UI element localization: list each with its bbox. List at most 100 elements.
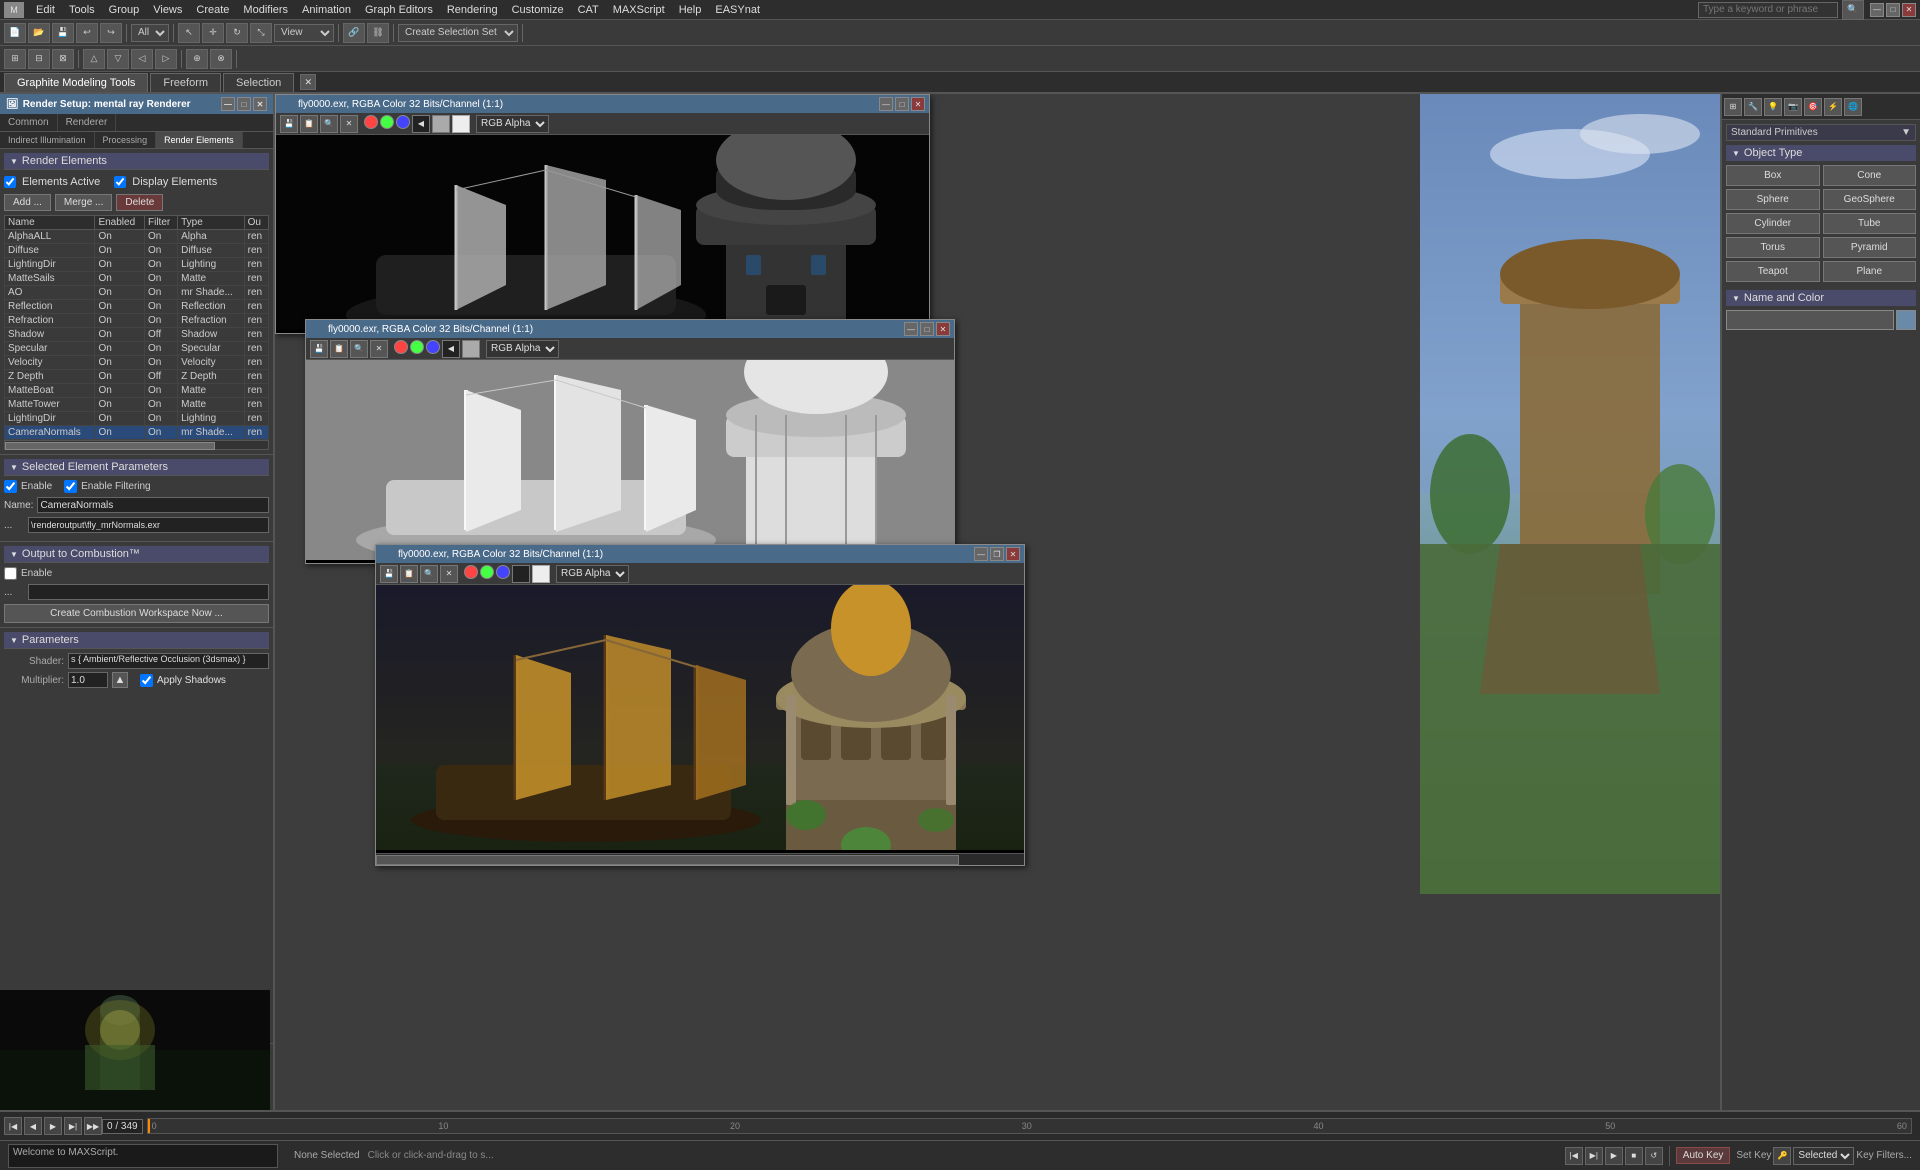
subtab-processing[interactable]: Processing [95,132,157,148]
delete-btn[interactable]: Delete [116,194,163,211]
shader-value[interactable]: s { Ambient/Reflective Occlusion (3dsmax… [68,653,269,669]
selected-dropdown[interactable]: Selected [1793,1147,1854,1165]
rw2-titlebar[interactable]: fly0000.exr, RGBA Color 32 Bits/Channel … [306,320,954,338]
rw2-btn-mono[interactable] [462,340,480,358]
table-row[interactable]: Reflection On On Reflection ren [5,300,269,314]
tb2-btn6[interactable]: ◁ [131,49,153,69]
rw2-blue-channel[interactable] [426,340,440,354]
play-all[interactable]: ▶ [1605,1147,1623,1165]
name-input[interactable] [37,497,269,513]
rs-minimize[interactable]: — [221,97,235,111]
selection-set[interactable]: Create Selection Set [398,24,518,42]
tb2-btn1[interactable]: ⊞ [4,49,26,69]
menu-rendering[interactable]: Rendering [441,2,504,18]
menu-views[interactable]: Views [147,2,188,18]
menu-tools[interactable]: Tools [63,2,101,18]
rw2-btn-dark[interactable]: ◀ [442,340,460,358]
tb2-btn9[interactable]: ⊗ [210,49,232,69]
mult-spinner[interactable]: ▲ [112,672,128,688]
menu-help[interactable]: Help [673,2,708,18]
rw3-blue-channel[interactable] [496,565,510,579]
rw2-close[interactable]: ✕ [936,322,950,336]
rw2-zoom[interactable]: 🔍 [350,340,368,358]
rw2-green-channel[interactable] [410,340,424,354]
rw3-zoom[interactable]: 🔍 [420,565,438,583]
table-row[interactable]: Refraction On On Refraction ren [5,314,269,328]
rw1-save[interactable]: 💾 [280,115,298,133]
tab-close-btn[interactable]: ✕ [300,74,316,90]
subtab-render-elements[interactable]: Render Elements [156,132,243,148]
tab-selection[interactable]: Selection [223,73,294,92]
menu-modifiers[interactable]: Modifiers [237,2,294,18]
rw2-copy[interactable]: 📋 [330,340,348,358]
rw2-max[interactable]: □ [920,322,934,336]
torus-btn[interactable]: Torus [1726,237,1820,258]
merge-btn[interactable]: Merge ... [55,194,112,211]
apply-shadows-check[interactable] [140,674,153,687]
table-row[interactable]: Specular On On Specular ren [5,342,269,356]
rs-close[interactable]: ✕ [253,97,267,111]
new-btn[interactable]: 📄 [4,23,26,43]
object-name-input[interactable] [1726,310,1894,330]
table-row[interactable]: Diffuse On On Diffuse ren [5,244,269,258]
geosphere-btn[interactable]: GeoSphere [1823,189,1917,210]
rw1-min[interactable]: — [879,97,893,111]
cone-btn[interactable]: Cone [1823,165,1917,186]
subtab-common[interactable]: Common [0,114,58,131]
link-btn[interactable]: 🔗 [343,23,365,43]
tube-btn[interactable]: Tube [1823,213,1917,234]
rw3-min[interactable]: — [974,547,988,561]
table-row[interactable]: MatteSails On On Matte ren [5,272,269,286]
rt-btn2[interactable]: 🔧 [1744,98,1762,116]
rw3-restore[interactable]: ❐ [990,547,1004,561]
rw1-max[interactable]: □ [895,97,909,111]
rt-btn5[interactable]: 🎯 [1804,98,1822,116]
combustion-path-input[interactable] [28,584,269,600]
elements-active-check[interactable] [4,176,16,188]
menu-group[interactable]: Group [103,2,146,18]
tl-play[interactable]: ▶ [44,1117,62,1135]
cylinder-btn[interactable]: Cylinder [1726,213,1820,234]
tab-graphite[interactable]: Graphite Modeling Tools [4,73,148,92]
rw1-btn-white[interactable] [452,115,470,133]
output-input[interactable] [28,517,269,533]
menu-customize[interactable]: Customize [506,2,570,18]
redo-btn[interactable]: ↪ [100,23,122,43]
menu-create[interactable]: Create [190,2,235,18]
rw1-titlebar[interactable]: fly0000.exr, RGBA Color 32 Bits/Channel … [276,95,929,113]
loop-btn[interactable]: ↺ [1645,1147,1663,1165]
open-btn[interactable]: 📂 [28,23,50,43]
box-btn[interactable]: Box [1726,165,1820,186]
rw2-red-channel[interactable] [394,340,408,354]
color-swatch[interactable] [1896,310,1916,330]
rw3-save[interactable]: 💾 [380,565,398,583]
rw3-clear[interactable]: ✕ [440,565,458,583]
key-prev[interactable]: |◀ [1565,1147,1583,1165]
select-btn[interactable]: ↖ [178,23,200,43]
max-btn[interactable]: □ [1886,3,1900,17]
parameters-header[interactable]: ▼ Parameters [4,632,269,649]
tl-start[interactable]: |◀ [4,1117,22,1135]
mult-input[interactable] [68,672,108,688]
combustion-header[interactable]: ▼ Output to Combustion™ [4,546,269,563]
rw1-close[interactable]: ✕ [911,97,925,111]
close-btn[interactable]: ✕ [1902,3,1916,17]
view-mode[interactable]: View [274,24,334,42]
rw2-channel-select[interactable]: RGB Alpha [486,340,559,358]
min-btn[interactable]: — [1870,3,1884,17]
table-row[interactable]: LightingDir On On Lighting ren [5,258,269,272]
table-row[interactable]: LightingDir On On Lighting ren [5,412,269,426]
table-row[interactable]: AlphaALL On On Alpha ren [5,230,269,244]
save-btn[interactable]: 💾 [52,23,74,43]
rw1-btn-dark[interactable]: ◀ [412,115,430,133]
table-row[interactable]: MatteBoat On On Matte ren [5,384,269,398]
table-row[interactable]: Z Depth On Off Z Depth ren [5,370,269,384]
menu-easynat[interactable]: EASYnat [709,2,766,18]
tb2-btn5[interactable]: ▽ [107,49,129,69]
rw3-hscroll-thumb[interactable] [376,855,959,865]
move-btn[interactable]: ✛ [202,23,224,43]
teapot-btn[interactable]: Teapot [1726,261,1820,282]
tb2-btn2[interactable]: ⊟ [28,49,50,69]
tb2-btn4[interactable]: △ [83,49,105,69]
menu-animation[interactable]: Animation [296,2,357,18]
